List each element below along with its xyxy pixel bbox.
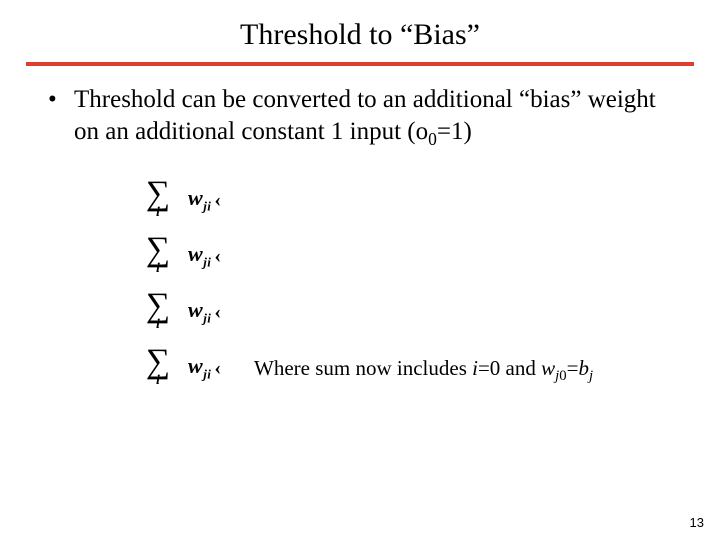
sigma-index: i xyxy=(156,318,160,332)
cap-bsub: j xyxy=(589,368,593,384)
bullet-text-pre: Threshold can be converted to an additio… xyxy=(74,86,656,145)
bullet-marker: • xyxy=(46,84,74,116)
bullet-text-post: =1) xyxy=(437,118,472,145)
cap-wsub-0: 0 xyxy=(559,368,566,384)
sigma-index: i xyxy=(156,262,160,276)
page-number: 13 xyxy=(690,515,704,530)
sigma-box: ∑ i xyxy=(136,348,180,387)
w-sub: ji xyxy=(203,311,211,326)
sigma-index: i xyxy=(156,374,160,388)
formula-trail: ‹ xyxy=(214,245,221,268)
formula-trail: ‹ xyxy=(214,301,221,324)
content-area: • Threshold can be converted to an addit… xyxy=(0,84,720,381)
cap-pre: Where sum now includes xyxy=(254,356,472,380)
sigma-box: ∑ i xyxy=(136,180,180,219)
bullet-text: Threshold can be converted to an additio… xyxy=(74,84,674,148)
sigma-symbol: ∑ xyxy=(146,292,170,319)
slide-title: Threshold to “Bias” xyxy=(0,0,720,62)
title-underline xyxy=(26,62,694,66)
w-sub: ji xyxy=(203,367,211,382)
caption-text: Where sum now includes i=0 and wj0=bj xyxy=(254,356,674,381)
w-letter: w xyxy=(188,353,203,378)
sigma-symbol: ∑ xyxy=(146,348,170,375)
cap-w: w xyxy=(541,356,555,380)
sigma-box: ∑ i xyxy=(136,292,180,331)
w-letter: w xyxy=(188,297,203,322)
cap-eq: = xyxy=(567,356,579,380)
w-sub: ji xyxy=(203,199,211,214)
cap-eq0: =0 and xyxy=(478,356,541,380)
formula-row-2: ∑ i wji ‹ xyxy=(136,228,674,284)
formula-row-1: ∑ i wji ‹ xyxy=(136,172,674,228)
bullet-sub: 0 xyxy=(428,129,437,149)
sigma-symbol: ∑ xyxy=(146,180,170,207)
bullet-item: • Threshold can be converted to an addit… xyxy=(46,84,674,148)
w-letter: w xyxy=(188,185,203,210)
formula-trail: ‹ xyxy=(214,357,221,380)
cap-b: b xyxy=(578,356,589,380)
sigma-index: i xyxy=(156,206,160,220)
w-letter: w xyxy=(188,241,203,266)
weight-symbol: wji xyxy=(188,353,211,382)
sigma-symbol: ∑ xyxy=(146,236,170,263)
formula-row-3: ∑ i wji ‹ xyxy=(136,284,674,340)
formula-trail: ‹ xyxy=(214,189,221,212)
w-sub: ji xyxy=(203,255,211,270)
weight-symbol: wji xyxy=(188,241,211,270)
weight-symbol: wji xyxy=(188,297,211,326)
sigma-box: ∑ i xyxy=(136,236,180,275)
weight-symbol: wji xyxy=(188,185,211,214)
